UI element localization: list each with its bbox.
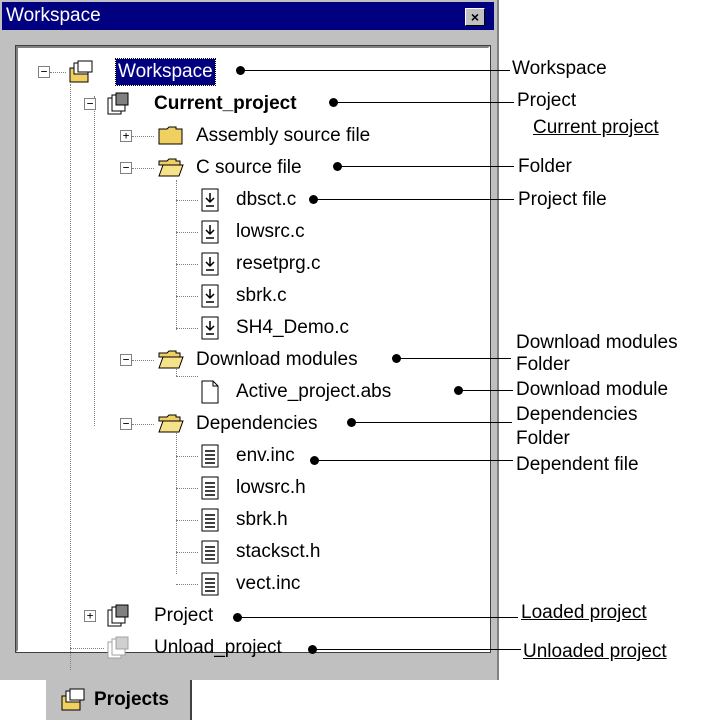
tree-line xyxy=(132,424,154,425)
tree-line xyxy=(176,520,198,521)
projects-tab-icon xyxy=(61,688,85,711)
file-label: resetprg.c xyxy=(236,253,321,274)
file-label: vect.inc xyxy=(236,573,301,594)
tree-line xyxy=(176,264,198,265)
current-project-label: Current_project xyxy=(154,93,297,114)
source-file-icon xyxy=(201,252,219,276)
annotation-workspace: Workspace xyxy=(512,58,607,79)
module-file-icon xyxy=(201,380,219,404)
workspace-icon xyxy=(69,60,93,83)
unloaded-project-icon xyxy=(107,636,129,659)
header-file-icon xyxy=(201,572,219,596)
annotation-current-project: Current project xyxy=(533,117,659,138)
annotation-folder: Folder xyxy=(518,156,572,177)
tree-line xyxy=(176,488,198,489)
callout-line xyxy=(314,199,514,200)
title-bar[interactable]: Workspace × xyxy=(2,2,494,30)
tree-line xyxy=(176,296,198,297)
tree-line xyxy=(94,96,95,426)
folder-open-icon xyxy=(158,414,184,433)
tree-line xyxy=(176,456,198,457)
callout-line xyxy=(313,649,521,650)
tree-line xyxy=(176,376,198,377)
tree-line xyxy=(176,200,198,201)
workspace-label: Workspace xyxy=(115,58,216,86)
expand-toggle[interactable]: + xyxy=(84,610,96,622)
source-file-icon xyxy=(201,220,219,244)
callout-line xyxy=(459,390,513,391)
tree-line xyxy=(132,168,154,169)
file-label: sbrk.h xyxy=(236,509,288,530)
header-file-icon xyxy=(201,540,219,564)
callout-line xyxy=(238,617,518,618)
callout-line xyxy=(315,460,513,461)
project-icon xyxy=(107,604,129,627)
tree-line xyxy=(176,232,198,233)
annotation-download-module: Download module xyxy=(516,379,669,400)
header-file-icon xyxy=(201,476,219,500)
tree-line xyxy=(70,84,71,670)
tree-line xyxy=(132,360,154,361)
collapse-toggle[interactable]: − xyxy=(120,418,132,430)
callout-line xyxy=(338,166,514,167)
tree-line xyxy=(50,72,66,73)
file-label: dbsct.c xyxy=(236,189,297,210)
header-file-icon xyxy=(201,444,219,468)
project-label: Project xyxy=(154,605,214,626)
tree-line xyxy=(132,136,154,137)
tree-line xyxy=(176,552,198,553)
annotation-unloaded-project: Unloaded project xyxy=(523,641,667,662)
source-file-icon xyxy=(201,316,219,340)
tab-label: Projects xyxy=(94,689,169,710)
unload-project-label: Unload_project xyxy=(154,637,282,658)
tab-projects[interactable]: Projects xyxy=(44,680,192,720)
file-label: sbrk.c xyxy=(236,285,287,306)
callout-line xyxy=(352,422,512,423)
file-label: SH4_Demo.c xyxy=(236,317,349,338)
annotation-download-modules-folder: Folder xyxy=(516,354,570,375)
annotation-download-modules: Download modules xyxy=(516,332,678,353)
close-button[interactable]: × xyxy=(465,8,485,26)
header-file-icon xyxy=(201,508,219,532)
annotation-dependencies: Dependencies xyxy=(516,404,638,425)
annotation-loaded-project: Loaded project xyxy=(521,602,647,623)
tree-line xyxy=(70,648,104,649)
file-label: lowsrc.c xyxy=(236,221,305,242)
download-modules-label: Download modules xyxy=(196,349,358,370)
tree-line xyxy=(176,328,198,329)
annotation-dependencies-folder: Folder xyxy=(516,428,570,449)
collapse-toggle[interactable]: − xyxy=(120,162,132,174)
folder-open-icon xyxy=(158,350,184,369)
window-title: Workspace xyxy=(6,5,101,26)
file-label: env.inc xyxy=(236,445,295,466)
annotation-project-file: Project file xyxy=(518,189,607,210)
annotation-project: Project xyxy=(517,90,577,111)
tree-line xyxy=(176,584,198,585)
annotation-dependent-file: Dependent file xyxy=(516,454,639,475)
source-file-icon xyxy=(201,188,219,212)
collapse-toggle[interactable]: − xyxy=(38,66,50,78)
tree-line xyxy=(176,180,177,330)
assembly-label: Assembly source file xyxy=(196,125,371,146)
project-tree: − Workspace − Current_project + Assembly… xyxy=(15,45,491,670)
collapse-toggle[interactable]: − xyxy=(84,98,96,110)
folder-open-icon xyxy=(158,158,184,177)
dependencies-label: Dependencies xyxy=(196,413,318,434)
download-module-label: Active_project.abs xyxy=(236,381,392,402)
callout-line xyxy=(397,358,511,359)
source-file-icon xyxy=(201,284,219,308)
c-source-label: C source file xyxy=(196,157,302,178)
file-label: stacksct.h xyxy=(236,541,321,562)
callout-line xyxy=(240,70,510,71)
project-icon xyxy=(107,92,129,115)
file-label: lowsrc.h xyxy=(236,477,306,498)
folder-icon xyxy=(158,126,183,145)
expand-toggle[interactable]: + xyxy=(120,130,132,142)
collapse-toggle[interactable]: − xyxy=(120,354,132,366)
callout-line xyxy=(334,102,514,103)
